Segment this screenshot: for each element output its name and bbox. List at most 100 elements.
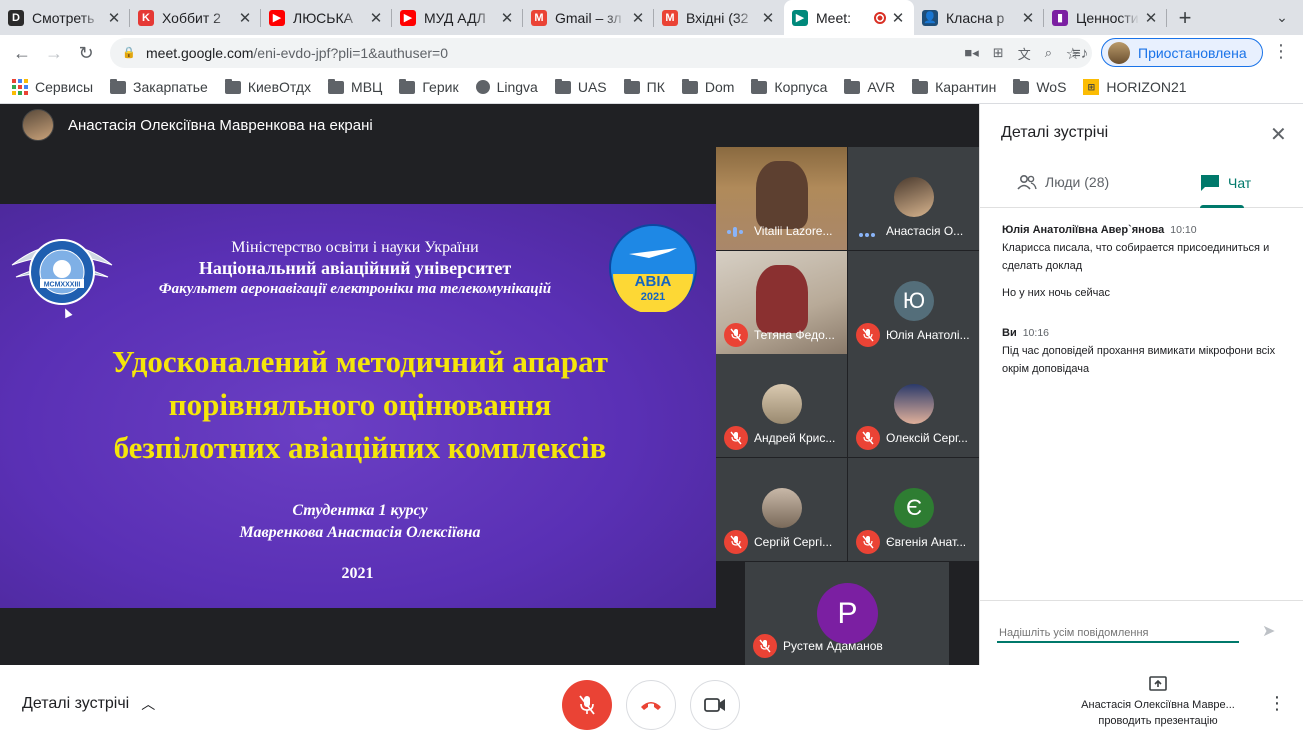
media-control-icon[interactable]: ≡♪: [1072, 39, 1088, 67]
reload-icon[interactable]: ↻: [70, 37, 102, 69]
browser-tab[interactable]: 👤 Класна р ✕: [914, 0, 1044, 35]
bookmark-item[interactable]: AVR: [844, 78, 895, 95]
tab-search-icon[interactable]: ⌄: [1271, 6, 1293, 28]
logo-right-text1: АВІА: [635, 273, 672, 290]
close-tab-icon[interactable]: ✕: [1020, 9, 1036, 27]
presenting-indicator[interactable]: Анастасія Олексіївна Мавре... проводить …: [1066, 676, 1250, 729]
close-tab-icon[interactable]: ✕: [890, 9, 906, 27]
more-options-icon[interactable]: ⋮: [1268, 693, 1286, 714]
leave-call-button[interactable]: [626, 680, 676, 730]
browser-tab[interactable]: D Смотреть ✕: [0, 0, 130, 35]
tab-title: Класна р: [946, 9, 1005, 26]
close-tab-icon[interactable]: ✕: [630, 9, 646, 27]
browser-tab[interactable]: ▮ Ценности ✕: [1044, 0, 1167, 35]
slide-ministry: Міністерство освіти і науки України: [231, 239, 479, 256]
bookmark-item[interactable]: WoS: [1013, 78, 1067, 95]
bookmark-item[interactable]: МВЦ: [328, 78, 382, 95]
bookmark-item[interactable]: ⊞ HORIZON21: [1083, 79, 1187, 95]
chat-message-text: Кларисса писала, что собирается присоеди…: [1002, 242, 1270, 272]
zoom-icon[interactable]: ⌕: [1045, 45, 1052, 61]
browser-tab[interactable]: ▶ МУД АДЛ ✕: [392, 0, 523, 35]
install-app-icon[interactable]: ⊞: [993, 45, 1004, 61]
close-icon[interactable]: ✕: [1270, 122, 1287, 147]
tab-people[interactable]: Люди (28): [1017, 174, 1109, 190]
back-icon[interactable]: ←: [6, 37, 38, 69]
participant-tile[interactable]: Сергій Сергі...: [716, 458, 847, 561]
slide-student: Студентка 1 курсу Мавренкова Анастасія О…: [190, 500, 530, 544]
participant-tile[interactable]: Є Євгенія Анат...: [848, 458, 979, 561]
bookmark-label: WoS: [1036, 79, 1067, 95]
bookmark-item[interactable]: Герик: [399, 78, 459, 95]
close-tab-icon[interactable]: ✕: [760, 9, 776, 27]
participant-video: [756, 161, 808, 229]
bookmark-item[interactable]: Корпуса: [751, 78, 827, 95]
profile-label: Приостановлена: [1138, 44, 1247, 61]
hang-up-icon: [641, 702, 661, 710]
browser-tab[interactable]: M Вхідні (32 ✕: [654, 0, 784, 35]
close-tab-icon[interactable]: ✕: [106, 9, 122, 27]
new-tab-button[interactable]: +: [1167, 0, 1203, 35]
bookmark-label: Карантин: [935, 79, 997, 95]
participant-tile[interactable]: Ю Юлія Анатолі...: [848, 251, 979, 354]
presenting-label: проводить презентацію: [1098, 715, 1218, 727]
bookmark-item[interactable]: UAS: [554, 78, 607, 95]
camera-permission-icon[interactable]: ■◂: [964, 45, 978, 61]
slide-faculty: Факультет аеронавігації електроніки та т…: [158, 281, 552, 297]
tab-people-label: Люди (28): [1045, 174, 1110, 190]
participant-avatar: Ю: [894, 281, 934, 321]
participant-avatar: [762, 488, 802, 528]
bookmark-item[interactable]: Карантин: [912, 78, 997, 95]
bookmark-label: Герик: [422, 79, 459, 95]
horizon-icon: ⊞: [1083, 79, 1100, 95]
bookmark-item[interactable]: КиевОтдх: [224, 78, 311, 95]
participant-video: [756, 265, 808, 333]
chat-time: 10:10: [1170, 224, 1197, 236]
speaking-indicator-icon: [727, 227, 743, 237]
folder-icon: [328, 78, 345, 94]
close-tab-icon[interactable]: ✕: [499, 9, 515, 27]
browser-tab[interactable]: ▶ Meet: ✕: [784, 0, 914, 35]
participant-tile[interactable]: Андрей Крис...: [716, 354, 847, 457]
browser-tab[interactable]: K Хоббит 2 ✕: [130, 0, 261, 35]
presenter-header: Анастасія Олексіївна Мавренкова на екран…: [22, 109, 373, 141]
chat-messages: Юлія Анатоліївна Авер`янова 10:10 Кларисса…: [1002, 221, 1292, 388]
tab-title: ЛЮСЬКА: [293, 9, 353, 26]
participant-tile[interactable]: Анастасія О...: [848, 147, 979, 250]
chat-input[interactable]: [997, 621, 1239, 643]
bookmark-item[interactable]: Lingva: [475, 79, 538, 95]
participant-tile[interactable]: Тетяна Федо...: [716, 251, 847, 354]
send-icon[interactable]: ➤: [1262, 621, 1275, 641]
participant-avatar: [894, 177, 934, 217]
folder-icon: [224, 78, 241, 94]
bookmark-item[interactable]: Закарпатье: [110, 78, 208, 95]
participant-tile[interactable]: Олексій Серг...: [848, 354, 979, 457]
mic-off-icon: [753, 634, 777, 658]
close-tab-icon[interactable]: ✕: [368, 9, 384, 27]
participant-tile[interactable]: Р Рустем Адаманов: [745, 562, 949, 665]
participant-avatar: Р: [817, 583, 878, 644]
bookmark-label: Закарпатье: [133, 79, 208, 95]
slide-year: 2021: [341, 565, 374, 582]
translate-icon[interactable]: 文: [1018, 44, 1031, 63]
slide-student-course: Студентка 1 курсу: [292, 502, 428, 519]
meet-controls-bar: Деталі зустрічі ︿ Анастасія Олексіївна М…: [0, 665, 1303, 744]
avia-2021-logo: АВІА 2021: [609, 224, 697, 312]
browser-menu-icon[interactable]: ⋮: [1272, 41, 1290, 62]
camera-toggle-button[interactable]: [690, 680, 740, 730]
youtube-icon: ▶: [269, 9, 285, 26]
tab-chat[interactable]: Чат: [1200, 174, 1251, 192]
presenter-label: Анастасія Олексіївна Мавренкова на екран…: [68, 116, 373, 134]
bookmark-item[interactable]: Dom: [681, 78, 734, 95]
browser-tab[interactable]: ▶ ЛЮСЬКА ✕: [261, 0, 392, 35]
browser-tab[interactable]: M Gmail – зл ✕: [523, 0, 654, 35]
address-bar[interactable]: 🔒 meet.google.com/eni-evdo-jpf?pli=1&aut…: [110, 38, 1092, 68]
participant-tile[interactable]: Vitalii Lazore...: [716, 147, 847, 250]
close-tab-icon[interactable]: ✕: [1143, 9, 1159, 27]
microphone-toggle-button[interactable]: [562, 680, 612, 730]
forward-icon[interactable]: →: [38, 37, 70, 69]
bookmark-item[interactable]: ПК: [623, 78, 665, 95]
meeting-details-button[interactable]: Деталі зустрічі ︿: [22, 694, 155, 714]
bookmark-item[interactable]: Сервисы: [12, 79, 93, 95]
close-tab-icon[interactable]: ✕: [237, 9, 253, 27]
profile-button[interactable]: Приостановлена: [1101, 38, 1263, 67]
